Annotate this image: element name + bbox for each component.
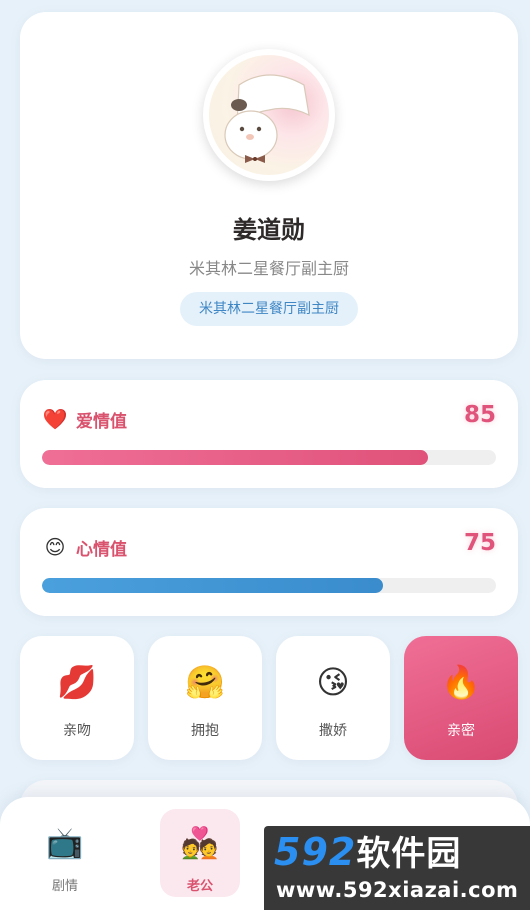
avatar-image [209, 55, 329, 175]
mood-stat-label-row: 😊 心情值 [42, 534, 127, 560]
nav-item-story-label: 剧情 [51, 879, 78, 894]
hug-button[interactable]: 🤗 拥抱 [148, 636, 262, 760]
mood-stat-value: 75 [463, 530, 496, 556]
kiss-lips-icon: 💋 [57, 663, 97, 701]
blow-kiss-icon: 😘 [316, 663, 350, 701]
act-cute-label: 撒娇 [319, 723, 347, 739]
mood-progress-fill [42, 578, 383, 593]
fire-icon: 🔥 [441, 663, 481, 701]
action-grid: 💋 亲吻 🤗 拥抱 😘 撒娇 🔥 亲密 [20, 636, 518, 760]
hug-icon: 🤗 [185, 663, 225, 701]
kiss-button[interactable]: 💋 亲吻 [20, 636, 134, 760]
love-progress-fill [42, 450, 428, 465]
mood-stat-card: 😊 心情值 75 [20, 508, 518, 616]
watermark-overlay: 592软件园 www.592xiazai.com [264, 826, 530, 910]
watermark-logo: 592软件园 [274, 828, 461, 878]
heart-icon: ❤️ [42, 407, 68, 431]
mood-stat-label: 心情值 [76, 539, 127, 560]
profile-name: 姜道勋 [233, 216, 305, 244]
couple-icon: 💑 [181, 826, 219, 861]
act-cute-button[interactable]: 😘 撒娇 [276, 636, 390, 760]
intimate-button[interactable]: 🔥 亲密 [404, 636, 518, 760]
avatar[interactable] [203, 49, 335, 181]
hug-label: 拥抱 [191, 723, 219, 739]
watermark-url: www.592xiazai.com [276, 878, 519, 902]
smile-icon: 😊 [44, 535, 66, 559]
love-stat-value: 85 [463, 402, 496, 428]
watermark-number: 592 [274, 830, 357, 874]
watermark-brand: 软件园 [356, 834, 462, 874]
intimate-label: 亲密 [447, 723, 475, 739]
profile-tag-badge: 米其林二星餐厅副主厨 [180, 292, 358, 326]
love-stat-label: 爱情值 [76, 411, 127, 432]
mood-progress-track [42, 578, 496, 593]
profile-subtitle: 米其林二星餐厅副主厨 [188, 259, 349, 278]
avatar-illustration [224, 74, 310, 163]
tv-icon: 📺 [46, 826, 84, 861]
kiss-label: 亲吻 [63, 723, 91, 739]
love-progress-track [42, 450, 496, 465]
nav-item-husband[interactable]: 💑 老公 [160, 809, 240, 897]
love-stat-label-row: ❤️ 爱情值 [42, 406, 127, 432]
profile-card: 姜道勋 米其林二星餐厅副主厨 米其林二星餐厅副主厨 [20, 12, 518, 359]
love-stat-card: ❤️ 爱情值 85 [20, 380, 518, 488]
nav-item-story[interactable]: 📺 剧情 [25, 809, 105, 897]
nav-item-husband-label: 老公 [186, 879, 213, 894]
